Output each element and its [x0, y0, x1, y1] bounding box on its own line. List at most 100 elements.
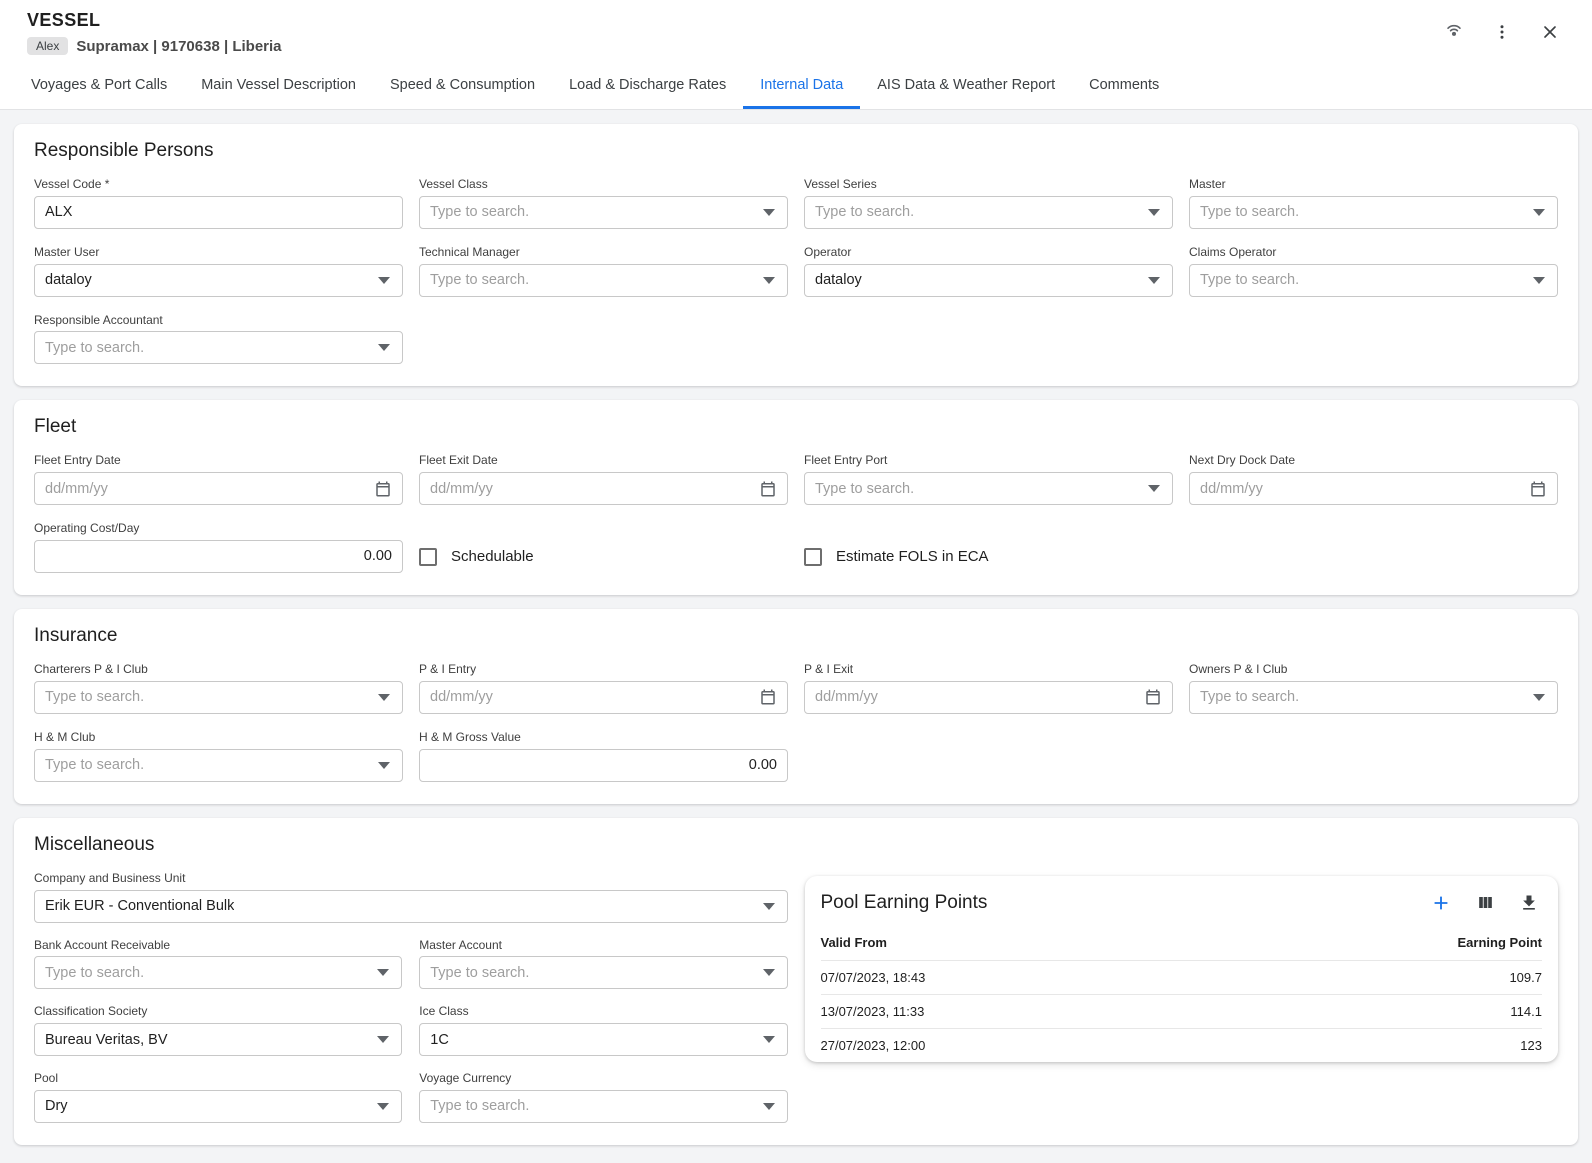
field-master: Master Type to search. — [1189, 178, 1558, 229]
field-label: Technical Manager — [419, 246, 788, 260]
calendar-icon[interactable] — [1529, 480, 1547, 498]
field-label: H & M Gross Value — [419, 731, 788, 745]
schedulable-checkbox[interactable]: Schedulable — [419, 540, 788, 573]
field-bank-account-receivable: Bank Account Receivable Type to search. — [34, 939, 402, 990]
field-label: Vessel Class — [419, 178, 788, 192]
field-label: Ice Class — [419, 1005, 787, 1019]
valid-from-cell: 07/07/2023, 18:43 — [821, 960, 1220, 994]
fleet-entry-port-select[interactable]: Type to search. — [804, 472, 1173, 505]
field-label: Fleet Entry Date — [34, 454, 403, 468]
chevron-down-icon — [378, 344, 390, 351]
pi-entry-input-wrap — [419, 681, 788, 714]
chevron-down-icon — [377, 1036, 389, 1043]
field-responsible-accountant: Responsible Accountant Type to search. — [34, 314, 403, 365]
technical-manager-select[interactable]: Type to search. — [419, 264, 788, 297]
broadcast-button[interactable] — [1440, 18, 1468, 46]
tab-ais-data-weather-report[interactable]: AIS Data & Weather Report — [860, 61, 1072, 109]
header-actions — [1440, 18, 1564, 46]
pi-entry-input[interactable] — [430, 689, 759, 705]
owners-pi-club-select[interactable]: Type to search. — [1189, 681, 1558, 714]
field-schedulable: Schedulable — [419, 522, 788, 573]
bank-account-receivable-select[interactable]: Type to search. — [34, 956, 402, 989]
pi-exit-input-wrap — [804, 681, 1173, 714]
field-voyage-currency: Voyage Currency Type to search. — [419, 1072, 787, 1123]
chevron-down-icon — [763, 209, 775, 216]
field-label: Charterers P & I Club — [34, 663, 403, 677]
fleet-exit-date-input[interactable] — [430, 481, 759, 497]
tab-content: Responsible Persons Vessel Code * Vessel… — [0, 110, 1592, 1163]
field-technical-manager: Technical Manager Type to search. — [419, 246, 788, 297]
company-and-business-unit-select[interactable]: Erik EUR - Conventional Bulk — [34, 890, 788, 923]
fleet-entry-date-input[interactable] — [45, 481, 374, 497]
chevron-down-icon — [1533, 277, 1545, 284]
charterers-pi-club-select[interactable]: Type to search. — [34, 681, 403, 714]
calendar-icon[interactable] — [759, 688, 777, 706]
responsible-accountant-select[interactable]: Type to search. — [34, 331, 403, 364]
field-label: Fleet Entry Port — [804, 454, 1173, 468]
field-label: Fleet Exit Date — [419, 454, 788, 468]
configure-columns-button[interactable] — [1472, 890, 1498, 916]
field-fleet-entry-port: Fleet Entry Port Type to search. — [804, 454, 1173, 505]
field-label: Pool — [34, 1072, 402, 1086]
master-account-select[interactable]: Type to search. — [419, 956, 787, 989]
tab-load-discharge-rates[interactable]: Load & Discharge Rates — [552, 61, 743, 109]
vessel-code-input-wrap — [34, 196, 403, 229]
next-dry-dock-date-input[interactable] — [1200, 481, 1529, 497]
operator-select[interactable]: dataloy — [804, 264, 1173, 297]
field-label: H & M Club — [34, 731, 403, 745]
chevron-down-icon — [1148, 277, 1160, 284]
field-label: Vessel Series — [804, 178, 1173, 192]
field-operating-cost-day: Operating Cost/Day — [34, 522, 403, 573]
close-button[interactable] — [1536, 18, 1564, 46]
field-label: Claims Operator — [1189, 246, 1558, 260]
ice-class-select[interactable]: 1C — [419, 1023, 787, 1056]
add-earning-point-button[interactable] — [1428, 890, 1454, 916]
table-row[interactable]: 07/07/2023, 18:43 109.7 — [821, 960, 1543, 994]
pi-exit-input[interactable] — [815, 689, 1144, 705]
field-owners-pi-club: Owners P & I Club Type to search. — [1189, 663, 1558, 714]
checkbox-box — [804, 548, 822, 566]
table-row[interactable]: 27/07/2023, 12:00 123 — [821, 1028, 1543, 1062]
tab-speed-consumption[interactable]: Speed & Consumption — [373, 61, 552, 109]
download-button[interactable] — [1516, 890, 1542, 916]
calendar-icon[interactable] — [374, 480, 392, 498]
field-label: Operator — [804, 246, 1173, 260]
hm-gross-value-input[interactable] — [430, 757, 777, 773]
tab-main-vessel-description[interactable]: Main Vessel Description — [184, 61, 373, 109]
vessel-series-select[interactable]: Type to search. — [804, 196, 1173, 229]
field-label: Next Dry Dock Date — [1189, 454, 1558, 468]
hm-club-select[interactable]: Type to search. — [34, 749, 403, 782]
vessel-window: VESSEL Alex Supramax | 9170638 | Liberia — [0, 0, 1592, 1163]
calendar-icon[interactable] — [1144, 688, 1162, 706]
hm-gross-value-input-wrap — [419, 749, 788, 782]
window-header: VESSEL Alex Supramax | 9170638 | Liberia — [0, 0, 1592, 61]
operating-cost-day-input[interactable] — [45, 548, 392, 564]
field-label: Owners P & I Club — [1189, 663, 1558, 677]
estimate-fols-in-eca-checkbox[interactable]: Estimate FOLS in ECA — [804, 540, 1173, 573]
field-ice-class: Ice Class 1C — [419, 1005, 787, 1056]
miscellaneous-fields: Company and Business Unit Erik EUR - Con… — [34, 872, 788, 1123]
earning-point-cell: 114.1 — [1220, 994, 1542, 1028]
pool-select[interactable]: Dry — [34, 1090, 402, 1123]
tab-voyages-port-calls[interactable]: Voyages & Port Calls — [14, 61, 184, 109]
field-hm-gross-value: H & M Gross Value — [419, 731, 788, 782]
section-title: Fleet — [34, 416, 1558, 438]
master-select[interactable]: Type to search. — [1189, 196, 1558, 229]
tab-comments[interactable]: Comments — [1072, 61, 1176, 109]
vessel-code-input[interactable] — [45, 204, 392, 220]
master-user-select[interactable]: dataloy — [34, 264, 403, 297]
voyage-currency-select[interactable]: Type to search. — [419, 1090, 787, 1123]
more-options-button[interactable] — [1488, 18, 1516, 46]
claims-operator-select[interactable]: Type to search. — [1189, 264, 1558, 297]
insurance-section: Insurance Charterers P & I Club Type to … — [14, 609, 1578, 804]
header-titles: VESSEL Alex Supramax | 9170638 | Liberia — [27, 10, 282, 55]
pool-earning-points-panel: Pool Earning Points — [805, 876, 1559, 1062]
pool-earning-points-table: Valid From Earning Point 07/07/2023, 18:… — [821, 924, 1543, 1062]
table-row[interactable]: 13/07/2023, 11:33 114.1 — [821, 994, 1543, 1028]
vessel-class-select[interactable]: Type to search. — [419, 196, 788, 229]
field-hm-club: H & M Club Type to search. — [34, 731, 403, 782]
tab-internal-data[interactable]: Internal Data — [743, 61, 860, 109]
calendar-icon[interactable] — [759, 480, 777, 498]
classification-society-select[interactable]: Bureau Veritas, BV — [34, 1023, 402, 1056]
fleet-section: Fleet Fleet Entry Date Fleet Exit Date — [14, 400, 1578, 595]
